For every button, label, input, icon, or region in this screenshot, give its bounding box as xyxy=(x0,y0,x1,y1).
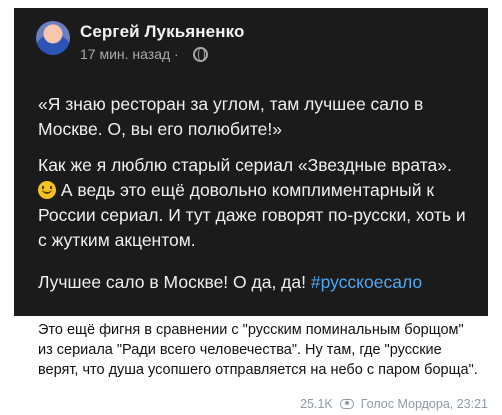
message-footer: 25.1K Голос Мордора, 23:21 xyxy=(300,397,488,411)
eye-icon xyxy=(339,399,354,409)
post-paragraph-3: Лучшее сало в Москве! О да, да! #русское… xyxy=(38,270,468,295)
author-avatar[interactable] xyxy=(36,21,70,55)
post-paragraph-2-start: Как же я люблю старый сериал «Звездные в… xyxy=(38,155,452,175)
globe-icon xyxy=(193,47,208,62)
post-paragraph-3-text: Лучшее сало в Москве! О да, да! xyxy=(38,272,311,292)
post-paragraph-2: Как же я люблю старый сериал «Звездные в… xyxy=(38,153,468,253)
views-count: 25.1K xyxy=(300,397,333,411)
post-time: 17 мин. назад · xyxy=(80,46,179,62)
channel-timestamp[interactable]: Голос Мордора, 23:21 xyxy=(361,397,488,411)
smiling-face-emoji-icon xyxy=(38,181,56,199)
post-paragraph-1: «Я знаю ресторан за углом, там лучшее са… xyxy=(38,94,424,139)
message-caption: Это ещё фигня в сравнении с "русским пом… xyxy=(38,322,478,378)
post-author-name[interactable]: Сергей Лукьяненко xyxy=(80,22,244,42)
hashtag-link[interactable]: #русскоесало xyxy=(311,272,422,292)
post-paragraph-2-end: А ведь это ещё довольно комплиментарный … xyxy=(38,180,466,250)
